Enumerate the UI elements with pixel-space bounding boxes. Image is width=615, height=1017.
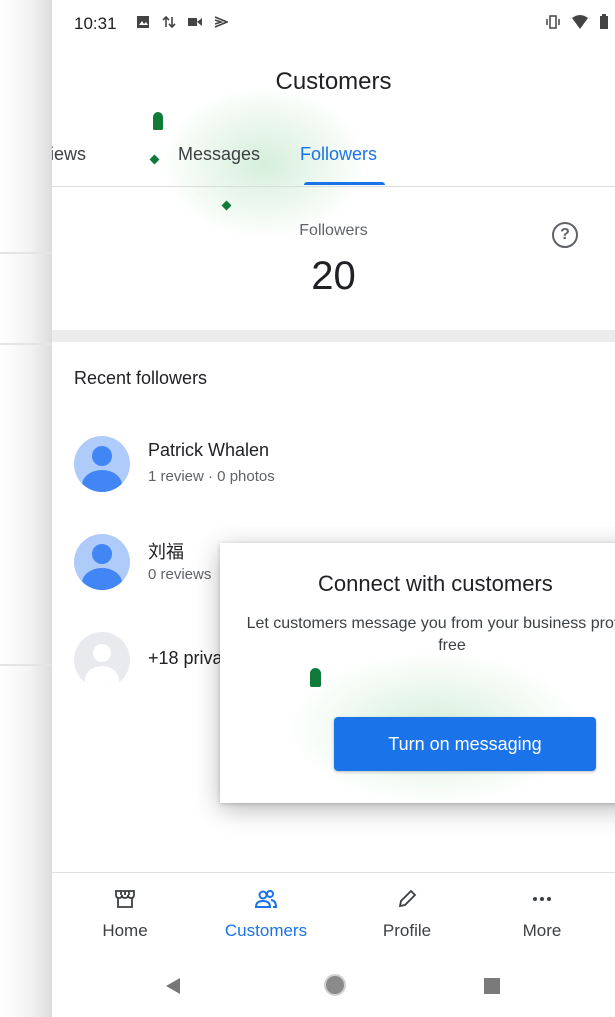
wifi-icon — [572, 15, 588, 29]
tab-bar: Reviews Messages Followers — [52, 130, 615, 186]
divider — [52, 186, 615, 187]
touch-marker — [153, 112, 163, 130]
follower-subtitle: 1 review · 0 photos — [148, 468, 275, 485]
person-icon — [74, 534, 130, 590]
nav-more[interactable]: More — [487, 887, 597, 941]
vibrate-icon — [546, 15, 560, 29]
status-time: 10:31 — [74, 14, 117, 33]
dialog-body: Let customers message you from your busi… — [246, 615, 615, 654]
home-icon[interactable] — [324, 974, 346, 996]
recents-icon[interactable] — [484, 978, 500, 994]
person-icon — [74, 436, 130, 492]
system-navigation-bar — [52, 954, 615, 1017]
image-icon — [137, 16, 149, 28]
nav-label-customers: Customers — [224, 921, 308, 940]
battery-icon — [600, 14, 608, 29]
phone-screen: 10:31 Customers Reviews Messages Followe… — [52, 0, 615, 1017]
status-bar: 10:31 — [52, 0, 615, 46]
people-icon — [254, 890, 278, 908]
status-icons-right — [545, 14, 609, 30]
connect-dialog: Connect with customers Let customers mes… — [220, 543, 615, 803]
tab-active-indicator — [304, 182, 385, 185]
more-dots-icon — [533, 897, 551, 901]
list-item[interactable]: Patrick Whalen 1 review · 0 photos — [52, 436, 615, 516]
follower-name: Patrick Whalen — [148, 440, 270, 460]
person-gray-icon — [74, 632, 130, 688]
data-saver-icon — [162, 15, 176, 29]
followers-count-label: Followers — [299, 222, 368, 239]
cast-icon — [214, 16, 228, 28]
nav-label-home: Home — [102, 921, 148, 940]
touch-marker — [310, 668, 321, 687]
nav-label-profile: Profile — [382, 921, 432, 940]
nav-profile[interactable]: Profile — [352, 887, 462, 941]
edge-line — [0, 343, 52, 345]
back-icon[interactable] — [166, 978, 180, 994]
storefront-icon — [115, 890, 135, 908]
followers-count: 20 — [311, 254, 356, 298]
video-icon — [188, 18, 202, 26]
help-circle-icon[interactable]: ? — [552, 222, 578, 248]
turn-on-messaging-button[interactable]: Turn on messaging — [334, 717, 596, 771]
dialog-title: Connect with customers — [318, 571, 553, 596]
bottom-navigation: Home Customers Profile More — [52, 872, 615, 954]
touch-marker — [221, 200, 232, 211]
follower-name: 刘福 — [148, 542, 184, 562]
page-title: Customers — [275, 68, 392, 95]
nav-home[interactable]: Home — [70, 887, 180, 941]
edge-line — [0, 664, 52, 666]
section-title: Recent followers — [74, 368, 208, 388]
tab-reviews[interactable]: Reviews — [52, 144, 86, 165]
nav-label-more: More — [522, 921, 562, 940]
tab-followers[interactable]: Followers — [300, 144, 377, 165]
tab-messages[interactable]: Messages — [178, 144, 260, 165]
section-divider — [52, 330, 615, 342]
nav-customers[interactable]: Customers — [211, 887, 321, 941]
pencil-icon — [398, 889, 417, 908]
edge-line — [0, 252, 52, 254]
background-edge — [0, 0, 52, 1017]
follower-subtitle: 0 reviews — [148, 566, 212, 583]
status-icons-left — [136, 15, 228, 29]
